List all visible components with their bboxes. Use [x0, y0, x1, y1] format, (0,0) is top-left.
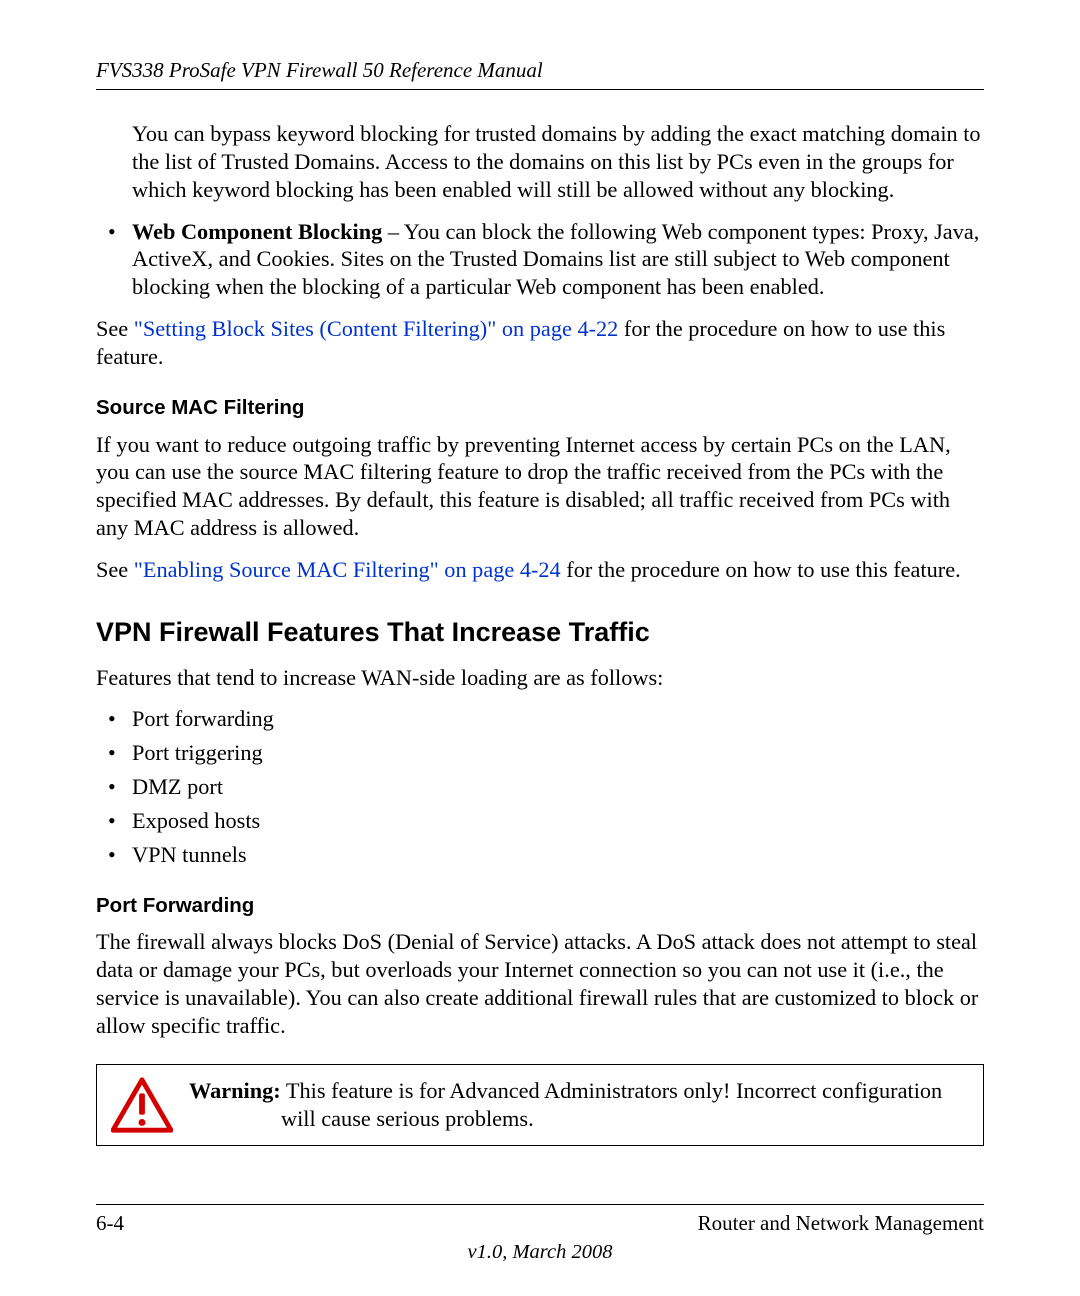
heading-source-mac: Source MAC Filtering [96, 395, 984, 421]
footer-version: v1.0, March 2008 [468, 1241, 613, 1264]
list-item-label: DMZ port [132, 774, 223, 799]
link-block-sites[interactable]: "Setting Block Sites (Content Filtering)… [134, 316, 619, 341]
warning-icon [111, 1077, 173, 1133]
body-content: You can bypass keyword blocking for trus… [96, 120, 984, 1146]
see-reference-2: See "Enabling Source MAC Filtering" on p… [96, 556, 984, 584]
footer-page-number: 6-4 [96, 1211, 124, 1236]
see-pre-2: See [96, 557, 134, 582]
list-item: VPN tunnels [96, 841, 984, 869]
see-post-2: for the procedure on how to use this fea… [561, 557, 961, 582]
warning-label: Warning: [189, 1078, 281, 1103]
list-item: Exposed hosts [96, 807, 984, 835]
port-forwarding-paragraph: The firewall always blocks DoS (Denial o… [96, 928, 984, 1039]
warning-box: Warning: This feature is for Advanced Ad… [96, 1064, 984, 1146]
list-item-label: Exposed hosts [132, 808, 260, 833]
bullet-title: Web Component Blocking [132, 219, 382, 244]
header-title: FVS338 ProSafe VPN Firewall 50 Reference… [96, 58, 543, 82]
link-mac-filtering[interactable]: "Enabling Source MAC Filtering" on page … [134, 557, 561, 582]
list-item: DMZ port [96, 773, 984, 801]
see-pre: See [96, 316, 134, 341]
list-item: Port triggering [96, 739, 984, 767]
page-footer: 6-4 Router and Network Management [96, 1200, 984, 1236]
warning-text: Warning: This feature is for Advanced Ad… [189, 1077, 969, 1133]
warning-body: This feature is for Advanced Administrat… [281, 1078, 943, 1131]
mac-paragraph: If you want to reduce outgoing traffic b… [96, 431, 984, 542]
list-item-label: Port forwarding [132, 706, 274, 731]
features-intro: Features that tend to increase WAN-side … [96, 664, 984, 692]
page-header: FVS338 ProSafe VPN Firewall 50 Reference… [96, 58, 984, 90]
list-item-label: VPN tunnels [132, 842, 247, 867]
see-reference-1: See "Setting Block Sites (Content Filter… [96, 315, 984, 371]
bullet-web-component: Web Component Blocking – You can block t… [96, 218, 984, 302]
heading-port-forwarding: Port Forwarding [96, 893, 984, 919]
list-item-label: Port triggering [132, 740, 263, 765]
feature-list: Port forwarding Port triggering DMZ port… [96, 705, 984, 868]
list-item: Port forwarding [96, 705, 984, 733]
footer-section: Router and Network Management [698, 1211, 984, 1236]
intro-paragraph: You can bypass keyword blocking for trus… [132, 120, 984, 204]
heading-vpn-features: VPN Firewall Features That Increase Traf… [96, 616, 984, 650]
page: FVS338 ProSafe VPN Firewall 50 Reference… [0, 0, 1080, 1296]
